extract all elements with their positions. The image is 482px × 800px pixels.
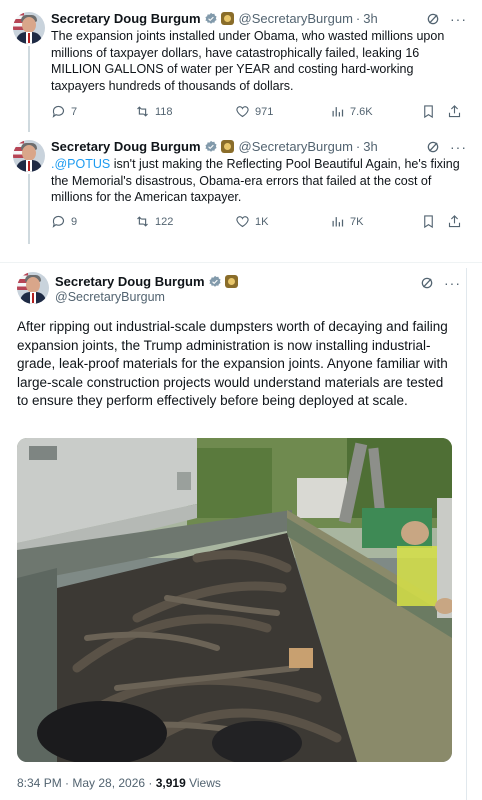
thread-connector [28, 46, 30, 132]
action-bar: 9 122 1K 7K [51, 214, 467, 230]
grok-icon[interactable] [426, 12, 440, 26]
reply-count: 9 [71, 215, 78, 228]
like-button[interactable]: 1K [235, 214, 268, 229]
tweet-text: After ripping out industrial-scale dumps… [17, 319, 448, 408]
more-icon[interactable]: ··· [444, 276, 461, 290]
author-name[interactable]: Secretary Doug Burgum [51, 139, 201, 154]
share-icon[interactable] [447, 214, 462, 229]
avatar[interactable] [17, 272, 49, 304]
thread-connector [28, 174, 30, 244]
views-count: 7.6K [350, 105, 373, 118]
reply-icon [52, 105, 65, 118]
tweet-1[interactable]: Secretary Doug Burgum @SecretaryBurgum ·… [0, 0, 482, 132]
grok-icon[interactable] [426, 140, 440, 154]
author-name[interactable]: Secretary Doug Burgum [51, 11, 201, 26]
repost-icon [137, 106, 148, 117]
bookmark-icon[interactable] [421, 104, 436, 119]
tweet-meta: 8:34 PM · May 28, 2026 · 3,919 Views [17, 776, 221, 790]
like-button[interactable]: 971 [235, 104, 273, 119]
reply-icon [52, 215, 65, 228]
bookmark-icon[interactable] [421, 214, 436, 229]
author-name[interactable]: Secretary Doug Burgum [55, 274, 205, 289]
affiliate-seal-icon [220, 140, 234, 153]
like-icon [236, 216, 249, 228]
view-count: 3,919 [155, 776, 186, 790]
like-count: 971 [255, 105, 274, 118]
views-button[interactable]: 7.6K [330, 104, 373, 119]
verified-badge-icon [205, 12, 217, 24]
repost-count: 118 [155, 105, 173, 118]
divider [0, 262, 482, 263]
timestamp[interactable]: 3h [363, 11, 377, 26]
author-handle[interactable]: @SecretaryBurgum [55, 290, 165, 304]
affiliate-seal-icon [224, 275, 238, 288]
repost-button[interactable]: 118 [135, 104, 173, 119]
more-icon[interactable]: ··· [450, 140, 467, 154]
avatar[interactable] [13, 12, 45, 44]
views-button[interactable]: 7K [330, 214, 363, 229]
verified-badge-icon [209, 275, 221, 287]
author-handle[interactable]: @SecretaryBurgum [239, 139, 353, 154]
tweet-text: .@POTUS isn't just making the Reflecting… [51, 157, 460, 204]
reply-count: 7 [71, 105, 78, 118]
repost-count: 122 [155, 215, 174, 228]
grok-icon[interactable] [420, 276, 434, 290]
reply-button[interactable]: 9 [51, 214, 77, 229]
affiliate-seal-icon [220, 12, 234, 25]
tweet-photo[interactable] [17, 438, 452, 762]
more-icon[interactable]: ··· [450, 12, 467, 26]
author-handle[interactable]: @SecretaryBurgum [239, 11, 353, 26]
mention-link[interactable]: .@POTUS [51, 157, 110, 171]
verified-badge-icon [205, 140, 217, 152]
repost-icon [137, 216, 148, 227]
views-label: Views [185, 776, 221, 790]
avatar[interactable] [13, 140, 45, 172]
share-icon[interactable] [447, 104, 462, 119]
like-icon [236, 106, 249, 118]
dumpster-photo [17, 438, 452, 762]
views-count: 7K [350, 215, 364, 228]
timestamp[interactable]: 3h [363, 139, 377, 154]
tweet-text: The expansion joints installed under Oba… [51, 29, 445, 93]
like-count: 1K [255, 215, 269, 228]
views-icon [332, 107, 344, 117]
views-icon [332, 217, 344, 227]
action-bar: 7 118 971 7.6K [51, 104, 467, 120]
post-timestamp[interactable]: 8:34 PM · May 28, 2026 · [17, 776, 156, 790]
repost-button[interactable]: 122 [135, 214, 173, 229]
reply-button[interactable]: 7 [51, 104, 77, 119]
tweet-2[interactable]: Secretary Doug Burgum @SecretaryBurgum ·… [0, 132, 482, 244]
